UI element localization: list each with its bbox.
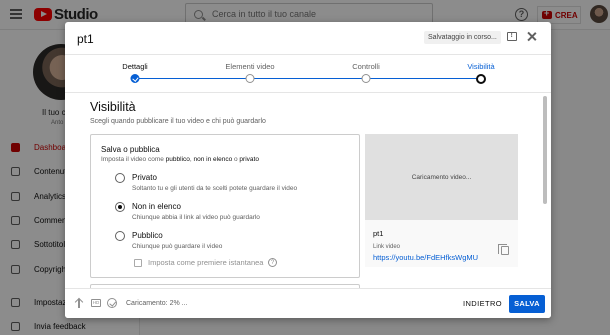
subtitle-private: privato <box>239 156 259 163</box>
dialog-header-divider <box>65 54 551 55</box>
save-or-publish-heading: Salva o pubblica <box>101 145 160 154</box>
stepper-progress-line <box>135 78 481 79</box>
radio-label-private: Privato <box>132 173 157 182</box>
hd-icon: HD <box>91 299 101 307</box>
info-icon[interactable]: ? <box>268 258 277 267</box>
step-check-icon[interactable] <box>130 74 140 83</box>
premiere-checkbox[interactable] <box>134 259 142 267</box>
preview-video-title: pt1 <box>373 229 384 238</box>
report-issue-icon[interactable] <box>507 32 517 41</box>
dialog-footer: HD Caricamento: 2% ... INDIETRO SALVA <box>65 288 551 318</box>
radio-unlisted[interactable] <box>115 202 125 212</box>
video-preview-card: Caricamento video... pt1 Link video http… <box>365 134 518 267</box>
copy-icon[interactable] <box>498 244 509 255</box>
radio-desc-unlisted: Chiunque abbia il link al video può guar… <box>132 214 260 221</box>
step-dot-checks[interactable] <box>361 74 371 83</box>
radio-desc-public: Chiunque può guardare il video <box>132 243 223 250</box>
radio-label-public: Pubblico <box>132 231 163 240</box>
stepper-divider <box>65 92 551 93</box>
close-icon[interactable] <box>526 31 537 42</box>
video-link[interactable]: https://youtu.be/FdEHfksWgMU <box>373 253 478 262</box>
step-label-details[interactable]: Dettagli <box>122 62 147 71</box>
save-button[interactable]: SALVA <box>509 295 545 313</box>
step-label-visibility[interactable]: Visibilità <box>467 62 494 71</box>
video-preview[interactable]: Caricamento video... <box>365 134 518 220</box>
video-link-label: Link video <box>373 244 401 250</box>
radio-private[interactable] <box>115 173 125 183</box>
visibility-description: Scegli quando pubblicare il tuo video e … <box>90 118 266 125</box>
premiere-label: Imposta come premiere istantanea <box>148 258 264 267</box>
subtitle-prefix: Imposta il video come <box>101 156 166 163</box>
upload-icon <box>75 298 83 309</box>
upload-dialog: pt1 Salvataggio in corso... Dettagli Ele… <box>65 22 551 318</box>
radio-public[interactable] <box>115 231 125 241</box>
step-label-video-elements[interactable]: Elementi video <box>225 62 274 71</box>
step-label-checks[interactable]: Controlli <box>352 62 380 71</box>
radio-desc-private: Soltanto tu e gli utenti da te scelti po… <box>132 185 298 192</box>
subtitle-unlisted: non in elenco <box>193 156 233 163</box>
save-or-publish-box: Salva o pubblica Imposta il video come p… <box>90 134 360 278</box>
back-button[interactable]: INDIETRO <box>463 297 502 311</box>
step-dot-visibility[interactable] <box>476 73 486 84</box>
dialog-title: pt1 <box>77 32 94 46</box>
upload-progress-text: Caricamento: 2% ... <box>126 300 188 307</box>
save-or-publish-subtitle: Imposta il video come pubblico, non in e… <box>101 156 259 163</box>
check-circle-icon <box>107 298 117 308</box>
saving-status-badge: Salvataggio in corso... <box>424 31 501 44</box>
subtitle-public: pubblico <box>165 156 190 163</box>
scrollbar[interactable] <box>543 96 547 204</box>
radio-label-unlisted: Non in elenco <box>132 202 181 211</box>
step-dot-video-elements[interactable] <box>245 74 255 83</box>
video-loading-text: Caricamento video... <box>411 174 472 181</box>
visibility-title: Visibilità <box>90 100 136 114</box>
